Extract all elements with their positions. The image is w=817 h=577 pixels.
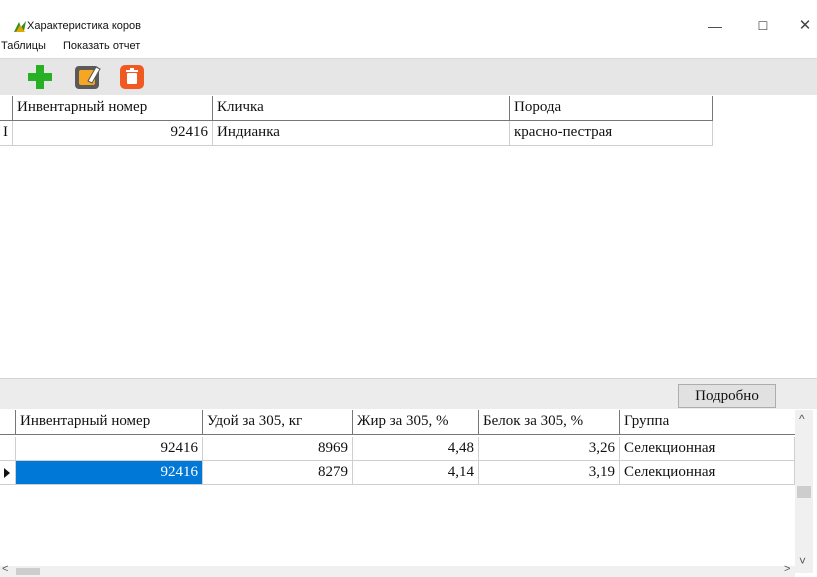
cell-milk-yield[interactable]: 8279	[203, 461, 353, 485]
scroll-left-icon[interactable]: <	[2, 563, 8, 575]
menu-tables[interactable]: Таблицы	[1, 40, 46, 52]
table-row-selected[interactable]: 92416 8279 4,14 3,19 Селекционная	[0, 461, 795, 485]
column-header-breed[interactable]: Порода	[510, 96, 713, 121]
column-header-protein[interactable]: Белок за 305, %	[479, 410, 620, 435]
delete-button[interactable]	[118, 63, 146, 91]
vertical-scrollbar[interactable]: ^ ˅	[795, 410, 813, 573]
edit-icon	[75, 66, 101, 89]
cell-milk-yield[interactable]: 8969	[203, 437, 353, 461]
column-header-inventory[interactable]: Инвентарный номер	[16, 410, 203, 435]
cell-protein[interactable]: 3,19	[479, 461, 620, 485]
table-row[interactable]: I 92416 Индианка красно-пестрая	[0, 121, 817, 146]
column-header-fat[interactable]: Жир за 305, %	[353, 410, 479, 435]
bottom-grid-header: Инвентарный номер Удой за 305, кг Жир за…	[0, 410, 795, 435]
column-header-name[interactable]: Кличка	[213, 96, 510, 121]
menu-show-report[interactable]: Показать отчет	[63, 40, 140, 52]
table-row[interactable]: 92416 8969 4,48 3,26 Селекционная	[0, 437, 795, 461]
column-header-inventory[interactable]: Инвентарный номер	[13, 96, 213, 121]
row-header-corner	[0, 96, 13, 121]
add-button[interactable]	[26, 63, 54, 91]
plus-icon	[28, 65, 52, 89]
cell-breed[interactable]: красно-пестрая	[510, 121, 713, 146]
cell-group[interactable]: Селекционная	[620, 461, 795, 485]
top-grid-header: Инвентарный номер Кличка Порода	[0, 96, 817, 121]
edit-button[interactable]	[74, 63, 102, 91]
horizontal-scrollbar[interactable]: < >	[0, 563, 795, 577]
window-title: Характеристика коров	[27, 20, 141, 32]
column-header-group[interactable]: Группа	[620, 410, 795, 435]
cell-inventory[interactable]: 92416	[16, 437, 203, 461]
column-header-milk-yield[interactable]: Удой за 305, кг	[203, 410, 353, 435]
scroll-right-icon[interactable]: >	[784, 563, 790, 575]
toolbar	[0, 58, 817, 95]
row-indicator: I	[0, 121, 13, 146]
row-indicator	[0, 437, 16, 461]
scroll-thumb-horizontal[interactable]	[16, 568, 40, 575]
scroll-up-icon[interactable]: ^	[799, 412, 805, 426]
row-header-corner	[0, 410, 16, 435]
cell-fat[interactable]: 4,48	[353, 437, 479, 461]
cell-inventory[interactable]: 92416	[16, 461, 203, 485]
detail-button[interactable]: Подробно	[678, 384, 776, 408]
current-row-arrow-icon	[4, 468, 10, 478]
row-indicator	[0, 461, 16, 485]
cell-protein[interactable]: 3,26	[479, 437, 620, 461]
app-icon	[14, 21, 26, 32]
close-button[interactable]: ✕	[790, 16, 817, 36]
minimize-button[interactable]: —	[700, 16, 730, 36]
title-bar: Характеристика коров — ☐ ✕	[0, 0, 817, 36]
cell-fat[interactable]: 4,14	[353, 461, 479, 485]
scroll-down-icon[interactable]: ˅	[799, 554, 806, 568]
scroll-thumb[interactable]	[797, 486, 811, 498]
cell-group[interactable]: Селекционная	[620, 437, 795, 461]
cell-inventory[interactable]: 92416	[13, 121, 213, 146]
delete-icon	[120, 65, 144, 89]
maximize-button[interactable]: ☐	[748, 16, 778, 36]
cell-name[interactable]: Индианка	[213, 121, 510, 146]
